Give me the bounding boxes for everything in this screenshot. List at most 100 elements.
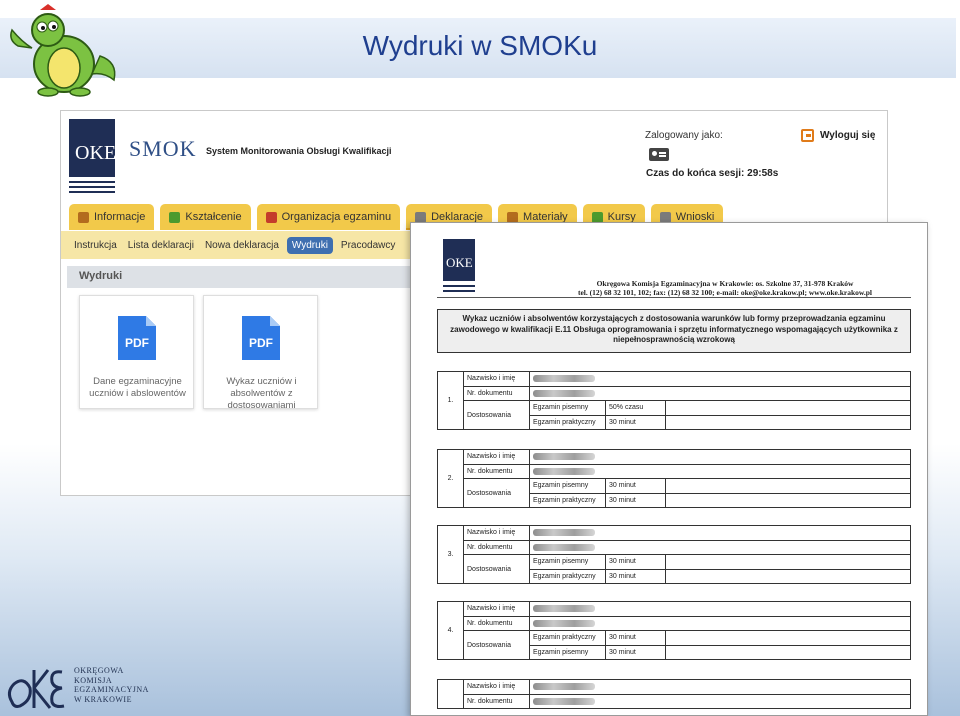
subnav-nowa-deklaracja[interactable]: Nowa deklaracja [202, 237, 282, 254]
name-label: Nazwisko i imię [463, 679, 530, 695]
svg-text:OKE: OKE [446, 255, 473, 270]
student-number: 3. [437, 525, 464, 584]
exam-adaptation: 50% czasu [605, 400, 666, 416]
card-label: Wykaz uczniów i absolwentów z dostosowan… [226, 376, 297, 411]
adapt-label: Dostosowania [463, 478, 530, 508]
card-label: Dane egzaminacyjne uczniów i abslowentów [89, 376, 186, 399]
redacted-value [533, 389, 595, 397]
footer-line: OKRĘGOWA [74, 666, 124, 675]
print-card-adaptations-list[interactable]: PDF Wykaz uczniów i absolwentów z dostos… [203, 295, 318, 411]
subnav-pracodawcy[interactable]: Pracodawcy [338, 237, 398, 254]
calendar-icon [265, 211, 277, 223]
student-record: 2. Nazwisko i imię Nr. dokumentu Dostosow… [437, 449, 911, 508]
logged-label: Zalogowany jako: [645, 130, 723, 141]
footer-org-name: OKRĘGOWA KOMISJA EGZAMINACYJNA W KRAKOWI… [74, 666, 149, 704]
exam-type: Egzamin pisemny [529, 400, 606, 416]
footer-line: KOMISJA [74, 675, 113, 685]
tab-label: Kształcenie [185, 211, 242, 223]
session-timer: Czas do końca sesji: 29:58s [646, 168, 778, 179]
oke-logo-icon: OKE [443, 239, 475, 292]
svg-text:PDF: PDF [125, 336, 149, 350]
student-number: 4. [437, 601, 464, 660]
redacted-value [533, 683, 595, 691]
adapt-label: Dostosowania [463, 554, 530, 584]
doc-label: Nr. dokumentu [463, 463, 530, 479]
oke-footer-logo-icon [7, 669, 65, 709]
package-icon [507, 211, 519, 223]
app-name: SMOK [129, 136, 197, 161]
redacted-value [533, 529, 595, 537]
student-record: Nazwisko i imię Nr. dokumentu [437, 679, 911, 709]
printed-document: OKE Okręgowa Komisja Egzaminacyjna w Kra… [410, 222, 928, 716]
tab-informacje[interactable]: Informacje [69, 204, 155, 230]
tab-label: Organizacja egzaminu [281, 211, 392, 223]
redacted-value [533, 697, 595, 705]
pdf-icon: PDF [118, 316, 156, 360]
doc-label: Nr. dokumentu [463, 693, 530, 709]
doc-label: Nr. dokumentu [463, 615, 530, 631]
subnav-wydruki[interactable]: Wydruki [286, 236, 333, 254]
adapt-label: Dostosowania [463, 630, 530, 660]
exam-type: Egzamin pisemny [529, 554, 606, 570]
redacted-value [533, 605, 595, 613]
tab-label: Informacje [94, 211, 146, 223]
name-label: Nazwisko i imię [463, 601, 530, 617]
tab-organizacja-egzaminu[interactable]: Organizacja egzaminu [256, 204, 401, 230]
student-record: 4. Nazwisko i imię Nr. dokumentu Dostosow… [437, 601, 911, 660]
session-time: 29:58s [747, 168, 779, 179]
session-label: Czas do końca sesji: [646, 168, 745, 179]
subnav-instrukcja[interactable]: Instrukcja [71, 237, 120, 254]
slide-title: Wydruki w SMOKu [362, 30, 598, 61]
document-header: Okręgowa Komisja Egzaminacyjna w Krakowi… [535, 279, 915, 297]
name-label: Nazwisko i imię [463, 449, 530, 465]
exam-adaptation: 30 minut [605, 478, 666, 494]
exam-type: Egzamin praktyczny [529, 492, 606, 508]
svg-text:PDF: PDF [249, 336, 273, 350]
redacted-value [533, 619, 595, 627]
student-record: 3. Nazwisko i imię Nr. dokumentu Dostosow… [437, 525, 911, 584]
footer-line: W KRAKOWIE [74, 694, 132, 704]
doc-label: Nr. dokumentu [463, 385, 530, 401]
home-icon [78, 211, 89, 223]
redacted-value [533, 543, 595, 551]
logout-icon [801, 129, 814, 142]
exam-type: Egzamin praktyczny [529, 568, 606, 584]
edit-icon [415, 211, 427, 223]
tab-ksztalcenie[interactable]: Kształcenie [160, 204, 251, 230]
exam-adaptation: 30 minut [605, 554, 666, 570]
oke-logo-icon: OKE [69, 119, 115, 193]
doc-label: Nr. dokumentu [463, 539, 530, 555]
subnav-lista-deklaracji[interactable]: Lista deklaracji [125, 237, 197, 254]
pdf-icon: PDF [242, 316, 280, 360]
document-icon [659, 211, 671, 223]
document-title: Wykaz uczniów i absolwentów korzystający… [437, 309, 911, 353]
student-record: 1. Nazwisko i imię Nr. dokumentu Dostosow… [437, 371, 911, 430]
header-contact: tel. (12) 68 32 101, 102; fax: (12) 68 3… [577, 288, 873, 297]
logout-label: Wyloguj się [820, 130, 876, 141]
redacted-value [533, 467, 595, 475]
svg-text:OKE: OKE [75, 142, 115, 164]
tree-icon [169, 211, 181, 223]
exam-type: Egzamin pisemny [529, 644, 606, 660]
exam-type: Egzamin pisemny [529, 478, 606, 494]
header-address: Okręgowa Komisja Egzaminacyjna w Krakowi… [596, 279, 854, 288]
footer-line: EGZAMINACYJNA [74, 685, 149, 694]
student-number: 1. [437, 371, 464, 430]
exam-adaptation: 30 minut [605, 644, 666, 660]
tree-icon [591, 211, 603, 223]
redacted-value [533, 375, 595, 383]
exam-adaptation: 30 minut [605, 414, 666, 430]
student-number: 2. [437, 449, 464, 508]
user-card-icon [649, 148, 669, 161]
exam-adaptation: 30 minut [605, 568, 666, 584]
name-label: Nazwisko i imię [463, 525, 530, 541]
header-divider [437, 297, 911, 298]
exam-adaptation: 30 minut [605, 492, 666, 508]
exam-type: Egzamin praktyczny [529, 414, 606, 430]
adapt-label: Dostosowania [463, 400, 530, 430]
exam-type: Egzamin praktyczny [529, 630, 606, 646]
exam-adaptation: 30 minut [605, 630, 666, 646]
logout-button[interactable]: Wyloguj się [801, 129, 875, 142]
app-description: System Monitorowania Obsługi Kwalifikacj… [206, 146, 392, 156]
print-card-exam-data[interactable]: PDF Dane egzaminacyjne uczniów i abslowe… [79, 295, 194, 409]
